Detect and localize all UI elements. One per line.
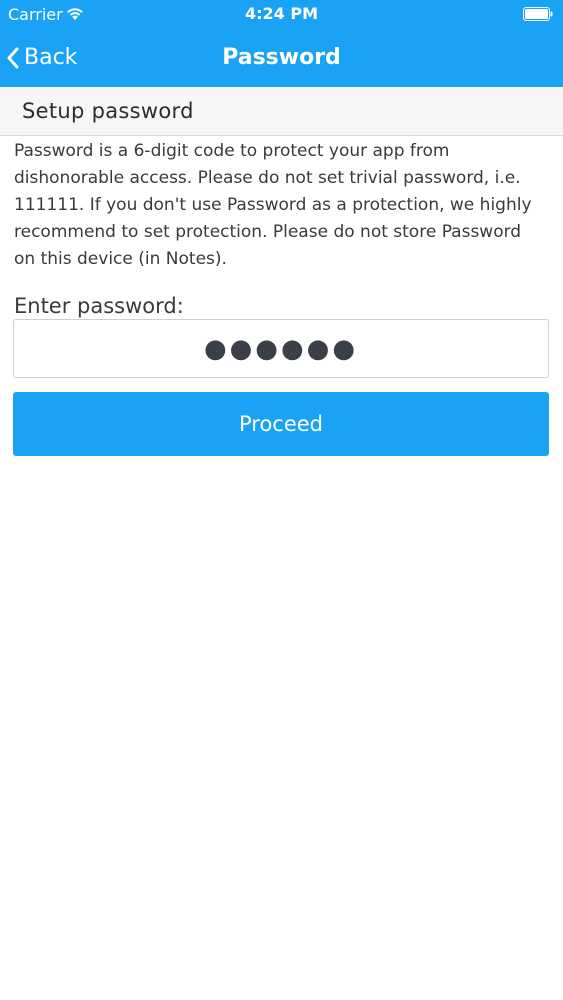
page-title: Password	[222, 45, 341, 70]
password-setup-screen: Carrier 4:24 PM Back Password Setup pass…	[0, 0, 563, 1000]
password-description: Password is a 6-digit code to protect yo…	[14, 141, 532, 269]
section-header: Setup password	[0, 87, 563, 136]
password-input[interactable]: ●●●●●●	[13, 319, 549, 378]
password-field-label: Enter password:	[14, 294, 184, 318]
clock: 4:24 PM	[244, 4, 318, 23]
navigation-bar: Back Password	[0, 30, 563, 87]
top-bar: Carrier 4:24 PM Back Password	[0, 0, 563, 87]
battery-icon	[523, 6, 553, 21]
status-bar: Carrier 4:24 PM	[0, 0, 563, 30]
section-title: Setup password	[22, 99, 194, 123]
password-masked-value: ●●●●●●	[203, 333, 359, 364]
proceed-button[interactable]: Proceed	[13, 392, 549, 456]
